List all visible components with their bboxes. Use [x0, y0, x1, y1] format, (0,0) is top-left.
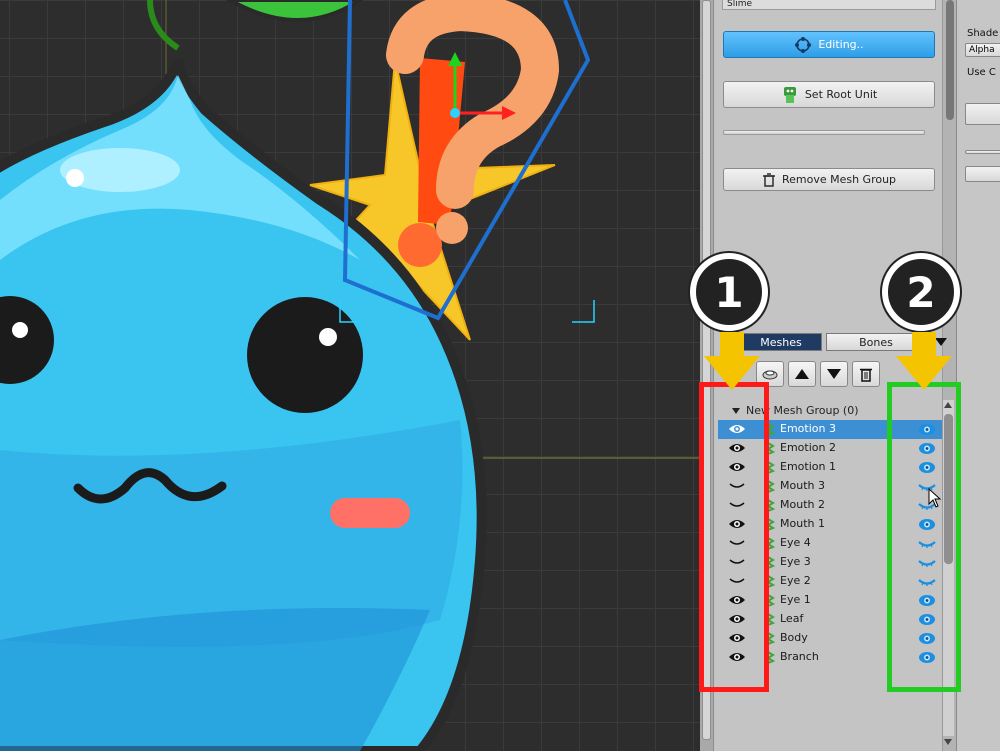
trash-icon [860, 368, 872, 382]
layer-label: Body [780, 631, 808, 644]
annotation-box-red [699, 382, 769, 692]
slime-bottom-shade [0, 608, 430, 751]
left-eye-highlight [12, 322, 28, 338]
shader-label: Shade [967, 28, 999, 39]
annotation-badge-1-text: 1 [714, 267, 744, 317]
layer-label: Emotion 2 [780, 441, 836, 454]
shader-dropdown[interactable]: Alpha [965, 43, 1000, 57]
layer-label: Mouth 1 [780, 517, 825, 530]
set-root-unit-button[interactable]: Set Root Unit [723, 81, 935, 108]
move-up-button[interactable] [788, 361, 816, 387]
annotation-arrow-1 [704, 332, 760, 390]
delete-mesh-button[interactable] [852, 361, 880, 387]
set-root-unit-label: Set Root Unit [804, 88, 878, 101]
annotation-arrow-2 [896, 332, 952, 390]
layer-label: Emotion 3 [780, 422, 836, 435]
triangle-up-icon [795, 369, 809, 379]
triangle-down-icon [827, 369, 841, 379]
layer-label: Eye 1 [780, 593, 811, 606]
layer-label: Mouth 2 [780, 498, 825, 511]
shader-dropdown-value: Alpha [969, 45, 995, 55]
viewport-artwork [0, 0, 700, 751]
bounds-corner-right [572, 300, 595, 323]
shader-separator [965, 150, 1000, 154]
root-unit-icon [783, 86, 796, 103]
layer-label: Eye 4 [780, 536, 811, 549]
layer-label: Eye 3 [780, 555, 811, 568]
remove-mesh-group-label: Remove Mesh Group [781, 173, 897, 186]
slime-shine-dot [66, 169, 84, 187]
blush-shape [330, 498, 410, 528]
annotation-badge-2: 2 [882, 253, 960, 331]
panel-right-scroll-thumb[interactable] [946, 0, 954, 120]
gizmo-y-arrow [448, 52, 462, 66]
editing-button[interactable]: Editing.. [723, 31, 935, 58]
move-down-button[interactable] [820, 361, 848, 387]
edit-mesh-icon [795, 36, 812, 53]
right-eye-highlight [319, 328, 337, 346]
layer-label: Branch [780, 650, 819, 663]
trash-icon [762, 172, 775, 187]
annotation-badge-1: 1 [690, 253, 768, 331]
question-mark-dot [436, 212, 468, 244]
annotation-box-green [887, 382, 961, 692]
panel-separator [723, 130, 925, 135]
mesh-group-name-field[interactable]: Slime [722, 0, 936, 10]
layer-label: Eye 2 [780, 574, 811, 587]
branch-shape [147, 0, 180, 51]
scene-viewport[interactable] [0, 0, 700, 751]
shader-secondary-button[interactable] [965, 166, 1000, 182]
remove-mesh-group-button[interactable]: Remove Mesh Group [723, 168, 935, 191]
leaf-shape [225, 0, 364, 22]
gizmo-center [450, 108, 460, 118]
layer-label: Mouth 3 [780, 479, 825, 492]
editing-button-label: Editing.. [818, 38, 864, 51]
tab-meshes-label: Meshes [760, 335, 802, 349]
layer-label: Emotion 1 [780, 460, 836, 473]
tab-bones-label: Bones [859, 335, 893, 349]
scroll-down-icon[interactable] [944, 738, 952, 746]
shader-option-button[interactable] [965, 103, 1000, 125]
use-color-label: Use C [967, 67, 996, 78]
right-eye-shape [247, 297, 363, 413]
mesh-add-icon [762, 370, 778, 380]
annotation-badge-2-text: 2 [906, 267, 936, 317]
layer-label: Leaf [780, 612, 804, 625]
shader-panel: Shade Alpha Use C [956, 0, 1000, 751]
exclamation-dot [398, 223, 442, 267]
